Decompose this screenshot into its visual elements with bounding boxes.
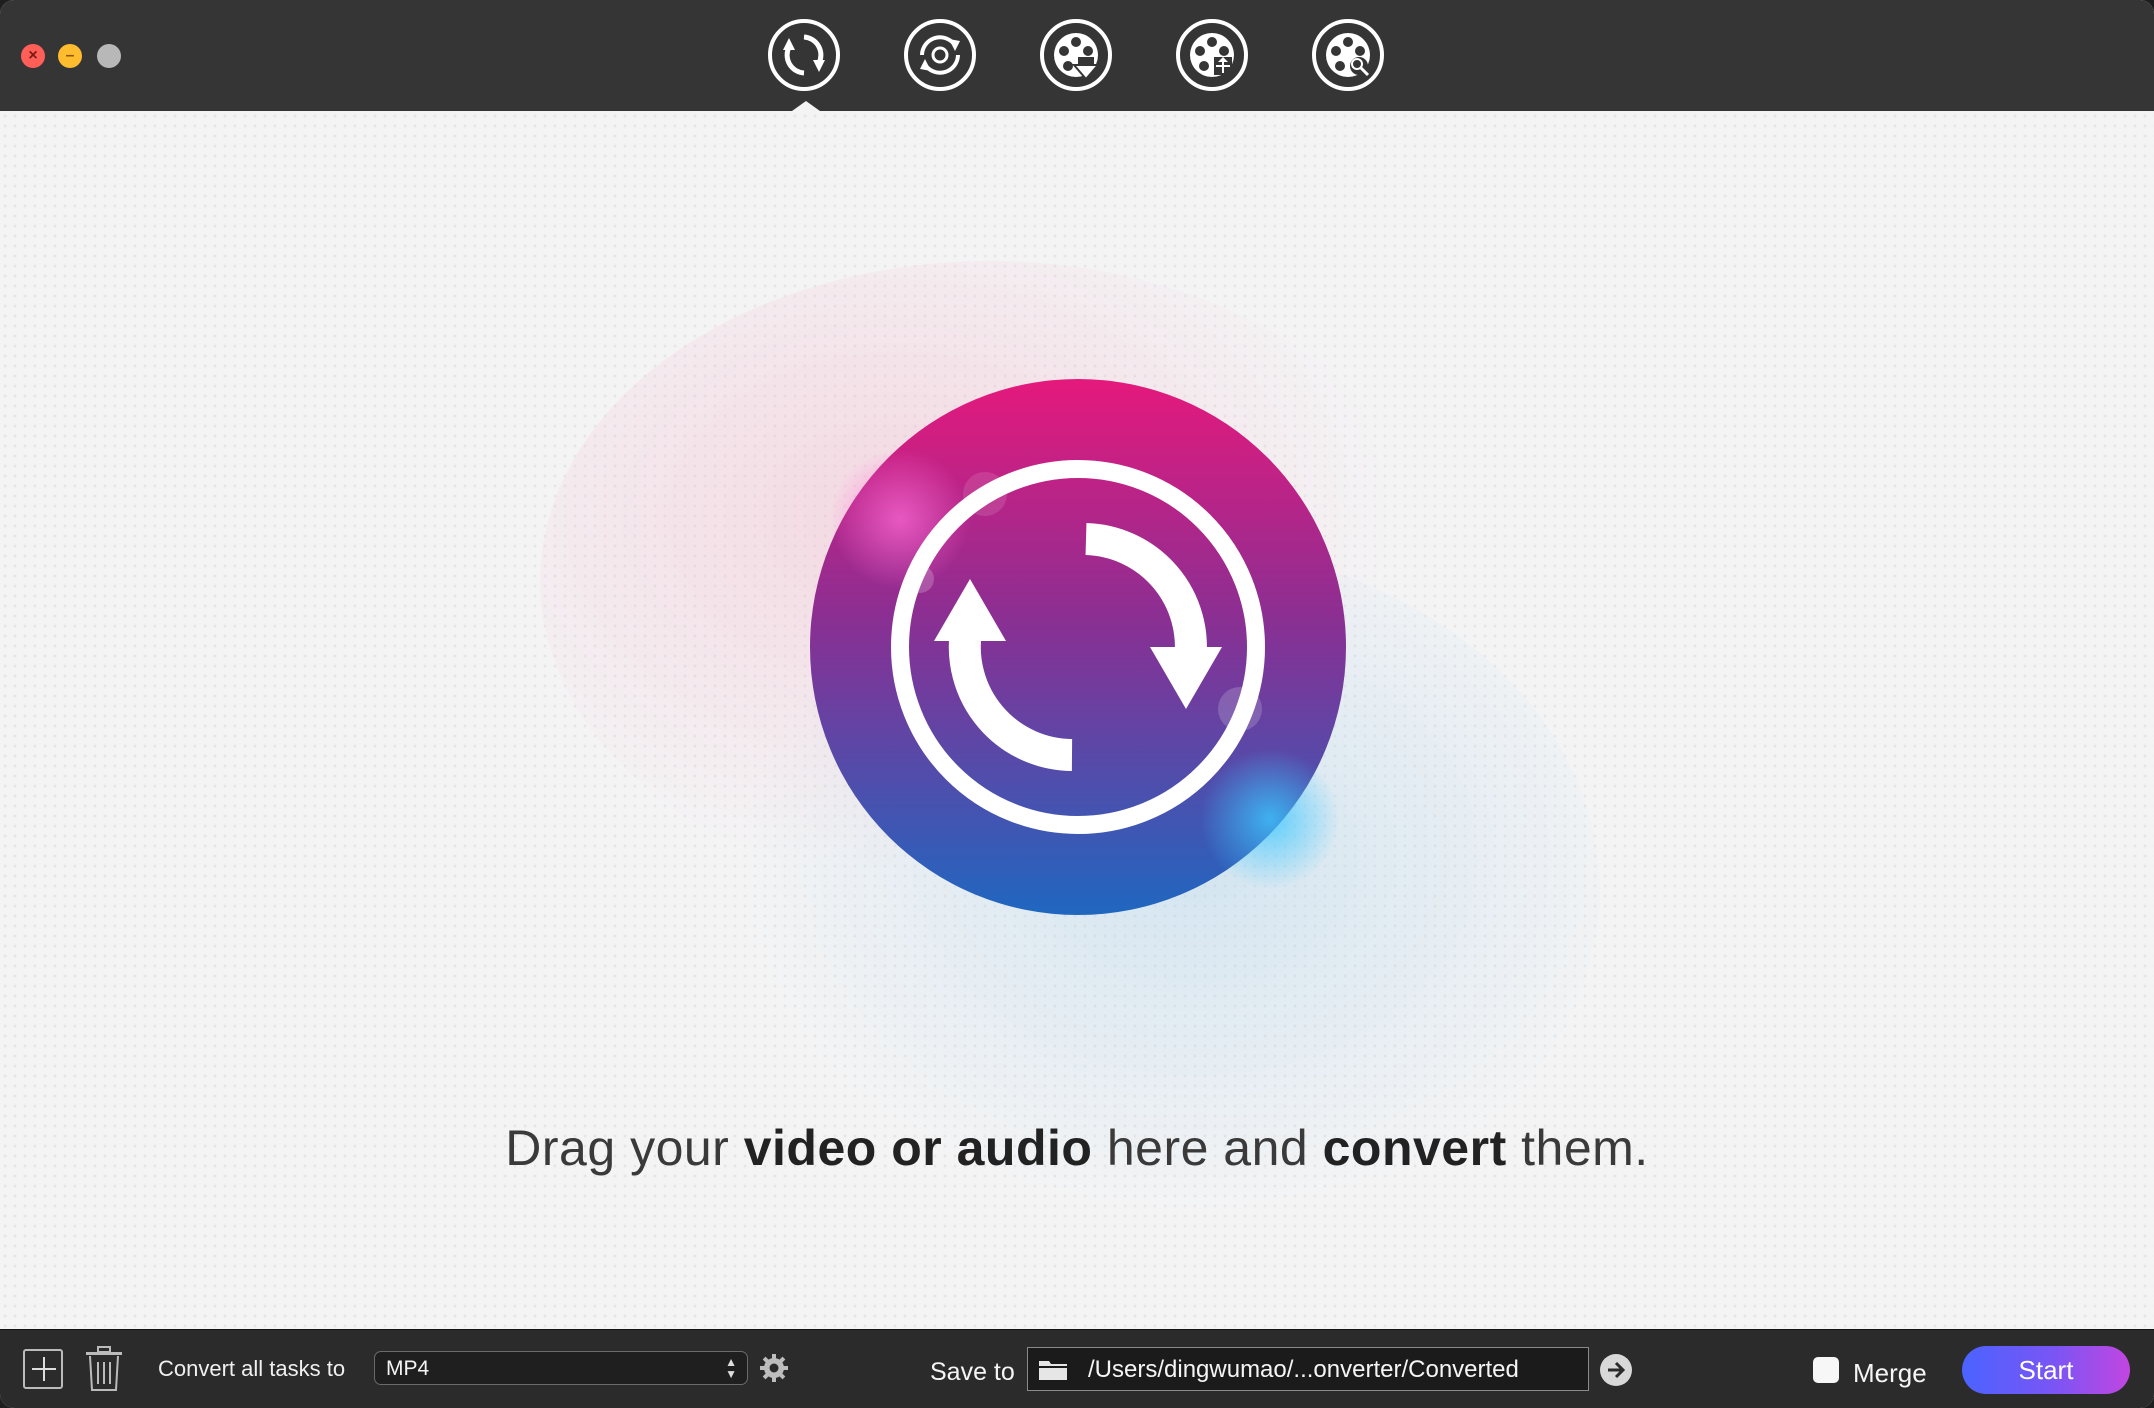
convert-all-label: Convert all tasks to [158,1356,346,1381]
refresh-gear-icon [904,19,976,91]
merge-checkbox[interactable] [1813,1357,1839,1383]
app-window: × – Drag your video or audio here and co… [0,0,2154,1408]
drop-hint-part: here and [1092,1120,1323,1176]
drop-hint-part: them. [1506,1120,1649,1176]
folder-icon [1039,1361,1067,1380]
trash-icon[interactable] [84,1344,124,1392]
film-reel-tools-icon [1312,19,1384,91]
close-icon: × [28,47,38,64]
drop-hint-text: Drag your video or audio here and conver… [0,1119,2154,1177]
gear-icon[interactable] [759,1353,789,1383]
merge-label: Merge [1853,1358,1927,1388]
close-window-button[interactable]: × [21,44,45,68]
tool-compress[interactable] [902,17,978,93]
add-files-button[interactable] [23,1349,63,1389]
minimize-window-button[interactable]: – [58,44,82,68]
drop-hint-part: Drag your [505,1120,744,1176]
output-format-value: MP4 [386,1357,430,1380]
drop-area[interactable]: Drag your video or audio here and conver… [0,111,2154,1329]
select-arrows-icon: ▲ ▼ [725,1355,737,1381]
save-to-label: Save to [930,1358,1015,1386]
minimize-icon: – [65,47,75,64]
selected-tool-indicator [792,101,820,111]
tool-download[interactable] [1038,17,1114,93]
bottom-bar: Convert all tasks to MP4 ▲ ▼ Save to /Us… [0,1329,2154,1408]
start-button[interactable]: Start [1962,1346,2130,1394]
tool-record[interactable] [1174,17,1250,93]
film-reel-download-icon [1040,19,1112,91]
save-path-value: /Users/dingwumao/...onverter/Converted [1088,1356,1519,1383]
tool-convert[interactable] [766,17,842,93]
save-path-field[interactable]: /Users/dingwumao/...onverter/Converted [1027,1347,1589,1391]
drop-hint-bold: convert [1322,1120,1507,1176]
zoom-window-button[interactable] [97,44,121,68]
film-reel-edit-icon [1176,19,1248,91]
open-folder-button[interactable] [1600,1354,1632,1386]
arrow-right-icon [1608,1361,1626,1379]
convert-arrows-icon [768,19,840,91]
toolbar: × – [0,0,2154,112]
output-format-select[interactable]: MP4 ▲ ▼ [374,1351,748,1385]
drop-hint-bold: video or audio [743,1120,1093,1176]
tool-toolbox[interactable] [1310,17,1386,93]
convert-arrows-icon [810,379,1346,915]
